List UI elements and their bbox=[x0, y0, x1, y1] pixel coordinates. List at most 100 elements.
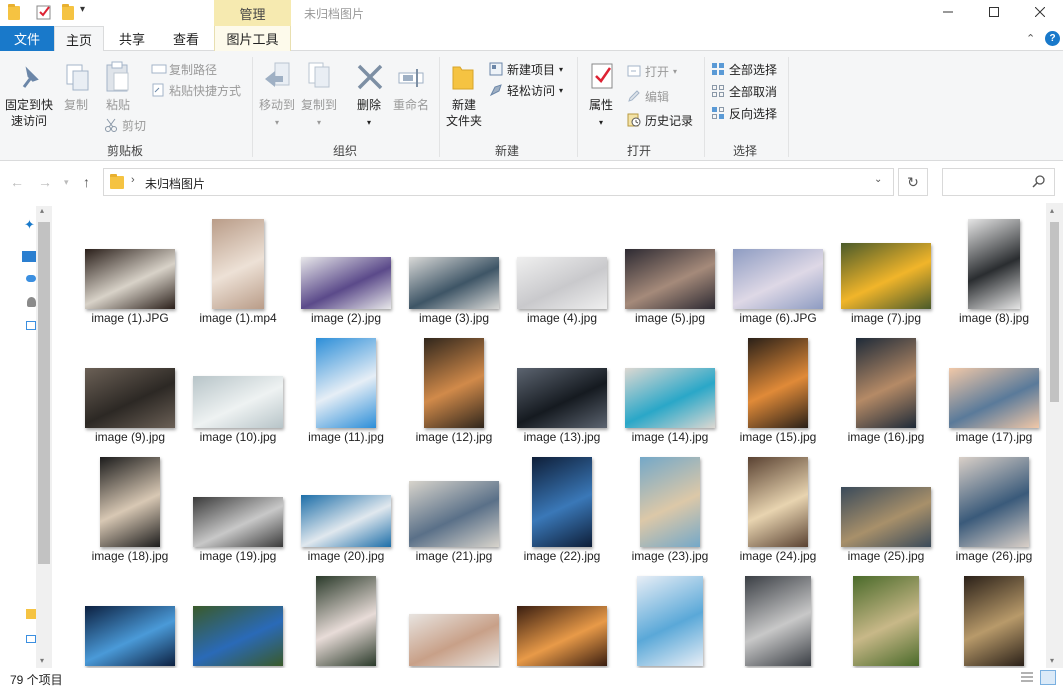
collapse-ribbon-icon[interactable]: ⌃ bbox=[1026, 32, 1035, 45]
recent-locations-chevron-icon[interactable]: ▾ bbox=[64, 177, 69, 188]
file-item[interactable] bbox=[292, 572, 400, 668]
cut-button[interactable]: 剪切 bbox=[104, 115, 146, 135]
properties-button[interactable]: 属性 ▾ bbox=[584, 97, 618, 131]
tab-view[interactable]: 查看 bbox=[160, 26, 212, 51]
file-item[interactable]: image (13).jpg bbox=[508, 334, 616, 450]
file-item[interactable]: image (4).jpg bbox=[508, 215, 616, 331]
file-item[interactable]: image (24).jpg bbox=[724, 453, 832, 569]
select-none-button[interactable]: 全部取消 bbox=[711, 81, 777, 101]
file-item[interactable]: image (25).jpg bbox=[832, 453, 940, 569]
file-item[interactable] bbox=[508, 572, 616, 668]
easy-access-button[interactable]: 轻松访问 ▾ bbox=[489, 80, 563, 100]
thumbnail-frame bbox=[76, 215, 184, 309]
file-view-scroll-thumb[interactable] bbox=[1050, 222, 1059, 402]
scroll-up-icon[interactable]: ▴ bbox=[40, 206, 44, 215]
file-item[interactable]: image (9).jpg bbox=[76, 334, 184, 450]
thumbnail-frame bbox=[292, 572, 400, 666]
copy-button[interactable]: 复制 bbox=[60, 97, 92, 113]
file-item[interactable] bbox=[832, 572, 940, 668]
close-button[interactable] bbox=[1017, 0, 1063, 24]
address-bar[interactable]: › 未归档图片 ⌄ bbox=[103, 168, 894, 196]
up-arrow-icon[interactable]: ↑ bbox=[83, 174, 90, 190]
file-item[interactable] bbox=[724, 572, 832, 668]
pin-to-quick-access-button[interactable]: 固定到快 速访问 bbox=[2, 97, 56, 129]
window-title: 未归档图片 bbox=[304, 7, 365, 21]
file-item[interactable]: image (1).JPG bbox=[76, 215, 184, 331]
help-icon[interactable]: ? bbox=[1045, 31, 1060, 46]
file-item[interactable]: image (16).jpg bbox=[832, 334, 940, 450]
select-all-button[interactable]: 全部选择 bbox=[711, 59, 777, 79]
file-item[interactable]: image (12).jpg bbox=[400, 334, 508, 450]
file-item[interactable] bbox=[184, 572, 292, 668]
file-item[interactable]: image (5).jpg bbox=[616, 215, 724, 331]
file-item[interactable]: image (14).jpg bbox=[616, 334, 724, 450]
file-item[interactable]: image (20).jpg bbox=[292, 453, 400, 569]
move-to-button[interactable]: 移动到 ▾ bbox=[258, 97, 296, 131]
file-item[interactable]: image (18).jpg bbox=[76, 453, 184, 569]
file-item[interactable]: image (22).jpg bbox=[508, 453, 616, 569]
minimize-button[interactable] bbox=[925, 0, 971, 24]
file-item[interactable]: image (3).jpg bbox=[400, 215, 508, 331]
tab-file[interactable]: 文件 bbox=[0, 26, 54, 51]
new-folder-button[interactable]: 新建 文件夹 bbox=[440, 97, 488, 129]
delete-button[interactable]: 删除 ▾ bbox=[353, 97, 385, 131]
file-item[interactable]: image (26).jpg bbox=[940, 453, 1046, 569]
network-icon[interactable] bbox=[26, 635, 36, 643]
nav-pane-scroll-thumb[interactable] bbox=[38, 222, 50, 564]
thumbnail-frame bbox=[724, 572, 832, 666]
tab-picture-tools[interactable]: 图片工具 bbox=[214, 26, 291, 51]
copy-to-button[interactable]: 复制到 ▾ bbox=[299, 97, 339, 131]
properties-quick-access-icon[interactable] bbox=[36, 4, 52, 20]
file-item[interactable]: image (2).jpg bbox=[292, 215, 400, 331]
file-item[interactable] bbox=[76, 572, 184, 668]
forward-arrow-icon[interactable]: → bbox=[38, 174, 52, 190]
library-icon[interactable] bbox=[26, 609, 36, 619]
file-item[interactable]: image (1).mp4 bbox=[184, 215, 292, 331]
file-item[interactable]: image (15).jpg bbox=[724, 334, 832, 450]
new-item-button[interactable]: 新建项目 ▾ bbox=[489, 59, 563, 79]
details-view-icon[interactable] bbox=[1020, 671, 1034, 687]
tab-home[interactable]: 主页 bbox=[54, 26, 104, 52]
copy-path-button[interactable]: 复制路径 bbox=[151, 59, 217, 79]
scroll-down-icon[interactable]: ▾ bbox=[1050, 656, 1054, 665]
desktop-icon[interactable] bbox=[22, 251, 36, 262]
large-icons-view-icon[interactable] bbox=[1040, 670, 1056, 685]
refresh-button[interactable]: ↻ bbox=[898, 168, 928, 196]
back-arrow-icon[interactable]: ← bbox=[10, 174, 24, 190]
address-dropdown-chevron-icon[interactable]: ⌄ bbox=[874, 174, 882, 185]
file-item[interactable] bbox=[616, 572, 724, 668]
file-item[interactable]: image (8).jpg bbox=[940, 215, 1046, 331]
onedrive-icon[interactable] bbox=[26, 275, 36, 282]
quick-access-star-icon[interactable]: ✦ bbox=[24, 217, 35, 233]
file-thumbnail bbox=[85, 606, 175, 666]
paste-shortcut-button[interactable]: 粘贴快捷方式 bbox=[151, 80, 241, 100]
search-input[interactable] bbox=[942, 168, 1055, 196]
file-item[interactable]: image (19).jpg bbox=[184, 453, 292, 569]
chevron-down-icon[interactable]: ▾ bbox=[80, 4, 92, 20]
file-item[interactable]: image (17).jpg bbox=[940, 334, 1046, 450]
file-item[interactable] bbox=[940, 572, 1046, 668]
this-pc-icon[interactable] bbox=[26, 321, 36, 330]
history-button[interactable]: 历史记录 bbox=[627, 110, 693, 130]
open-button[interactable]: 打开 ▾ bbox=[627, 61, 677, 81]
user-icon[interactable] bbox=[27, 297, 36, 307]
scroll-down-icon[interactable]: ▾ bbox=[40, 656, 44, 665]
breadcrumb-current[interactable]: 未归档图片 bbox=[145, 175, 205, 192]
scroll-up-icon[interactable]: ▴ bbox=[1050, 206, 1054, 215]
file-item[interactable]: image (21).jpg bbox=[400, 453, 508, 569]
file-item[interactable] bbox=[400, 572, 508, 668]
edit-button[interactable]: 编辑 bbox=[627, 86, 669, 106]
rename-button[interactable]: 重命名 bbox=[391, 97, 431, 113]
tab-share[interactable]: 共享 bbox=[106, 26, 158, 51]
copy-icon bbox=[64, 63, 92, 93]
file-item[interactable]: image (11).jpg bbox=[292, 334, 400, 450]
invert-selection-button[interactable]: 反向选择 bbox=[711, 103, 777, 123]
file-item[interactable]: image (23).jpg bbox=[616, 453, 724, 569]
paste-button[interactable]: 粘贴 bbox=[102, 97, 134, 113]
file-item[interactable]: image (7).jpg bbox=[832, 215, 940, 331]
file-name: image (11).jpg bbox=[308, 430, 384, 444]
maximize-button[interactable] bbox=[971, 0, 1017, 24]
file-item[interactable]: image (10).jpg bbox=[184, 334, 292, 450]
new-folder-quick-access-icon[interactable] bbox=[62, 4, 74, 20]
file-item[interactable]: image (6).JPG bbox=[724, 215, 832, 331]
